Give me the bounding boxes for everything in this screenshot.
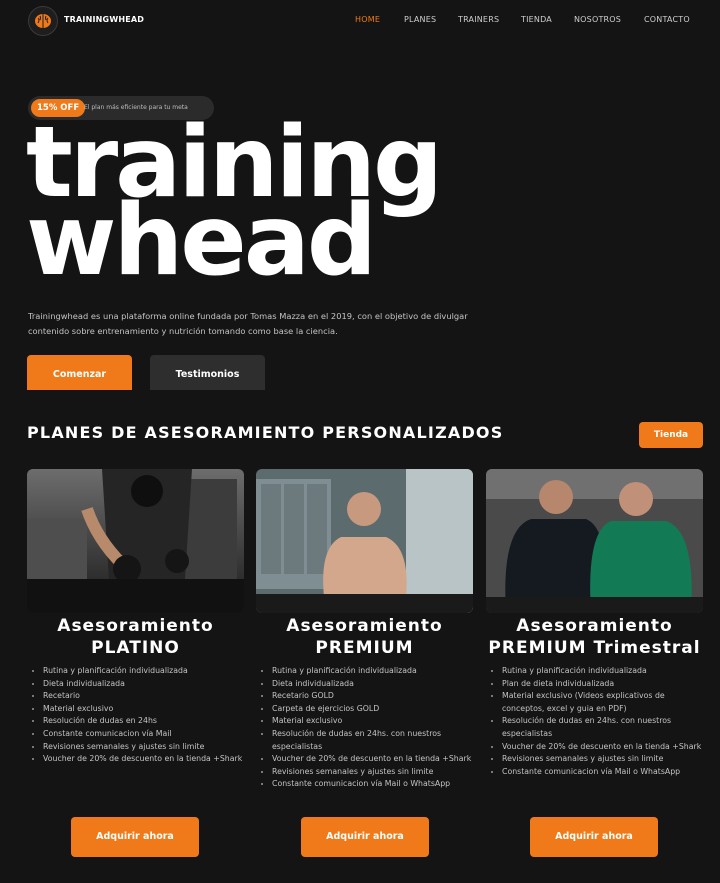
plan-features: Rutina y planificación individualizada P…	[486, 665, 703, 778]
plans-section-title: PLANES DE ASESORAMIENTO PERSONALIZADOS	[27, 423, 504, 442]
feature-item: Carpeta de ejercicios GOLD	[272, 703, 473, 716]
feature-item: Material exclusivo (Videos explicativos …	[502, 690, 703, 715]
nav-trainers[interactable]: TRAINERS	[458, 15, 499, 24]
feature-item: Dieta individualizada	[272, 678, 473, 691]
plan-image	[27, 469, 244, 613]
plan-title-line1: Asesoramiento	[57, 616, 214, 636]
feature-item: Resolución de dudas en 24hs	[43, 715, 244, 728]
feature-item: Revisiones semanales y ajustes sin limit…	[272, 766, 473, 779]
feature-item: Resolución de dudas en 24hs. con nuestro…	[502, 715, 703, 740]
plan-title-line2: PLATINO	[91, 638, 180, 658]
plan-image	[486, 469, 703, 613]
feature-item: Revisiones semanales y ajustes sin limit…	[502, 753, 703, 766]
nav-tienda[interactable]: TIENDA	[521, 15, 552, 24]
plan-features: Rutina y planificación individualizada D…	[256, 665, 473, 791]
start-button[interactable]: Comenzar	[27, 355, 132, 390]
feature-item: Voucher de 20% de descuento en la tienda…	[272, 753, 473, 766]
feature-item: Revisiones semanales y ajustes sin limit…	[43, 741, 244, 754]
testimonials-button[interactable]: Testimonios	[150, 355, 265, 390]
feature-item: Rutina y planificación individualizada	[43, 665, 244, 678]
buy-premium-trimestral-button[interactable]: Adquirir ahora	[530, 817, 658, 857]
feature-item: Constante comunicacion vía Mail o WhatsA…	[502, 766, 703, 779]
plan-title-line2: PREMIUM Trimestral	[488, 638, 701, 658]
buy-premium-button[interactable]: Adquirir ahora	[301, 817, 429, 857]
plan-card-platino: Asesoramiento PLATINO Rutina y planifica…	[27, 469, 244, 766]
plan-image	[256, 469, 473, 613]
plan-title: Asesoramiento PREMIUM Trimestral	[486, 615, 703, 659]
hero-title: training whead	[26, 114, 443, 290]
navbar: TRAININGWHEAD HOME PLANES TRAINERS TIEND…	[0, 0, 720, 42]
nav-planes[interactable]: PLANES	[404, 15, 436, 24]
plan-features: Rutina y planificación individualizada D…	[27, 665, 244, 766]
feature-item: Rutina y planificación individualizada	[502, 665, 703, 678]
feature-item: Material exclusivo	[272, 715, 473, 728]
feature-item: Constante comunicacion vía Mail	[43, 728, 244, 741]
feature-item: Resolución de dudas en 24hs. con nuestro…	[272, 728, 473, 753]
feature-item: Voucher de 20% de descuento en la tienda…	[43, 753, 244, 766]
plan-title-line2: PREMIUM	[315, 638, 414, 658]
plan-card-premium: Asesoramiento PREMIUM Rutina y planifica…	[256, 469, 473, 791]
feature-item: Recetario	[43, 690, 244, 703]
nav-contacto[interactable]: CONTACTO	[644, 15, 690, 24]
plan-title-line1: Asesoramiento	[516, 616, 673, 636]
feature-item: Plan de dieta individualizada	[502, 678, 703, 691]
feature-item: Recetario GOLD	[272, 690, 473, 703]
buy-platino-button[interactable]: Adquirir ahora	[71, 817, 199, 857]
plan-title: Asesoramiento PREMIUM	[256, 615, 473, 659]
nav-nosotros[interactable]: NOSOTROS	[574, 15, 621, 24]
feature-item: Voucher de 20% de descuento en la tienda…	[502, 741, 703, 754]
plan-title-line1: Asesoramiento	[286, 616, 443, 636]
feature-item: Rutina y planificación individualizada	[272, 665, 473, 678]
hero-description: Trainingwhead es una plataforma online f…	[28, 311, 468, 336]
plan-title: Asesoramiento PLATINO	[27, 615, 244, 659]
feature-item: Constante comunicacion vía Mail o WhatsA…	[272, 778, 473, 791]
brain-logo-icon[interactable]	[28, 6, 58, 36]
store-button[interactable]: Tienda	[639, 422, 703, 448]
nav-home[interactable]: HOME	[355, 15, 380, 24]
brand-name[interactable]: TRAININGWHEAD	[64, 15, 144, 24]
feature-item: Dieta individualizada	[43, 678, 244, 691]
plan-card-premium-trimestral: Asesoramiento PREMIUM Trimestral Rutina …	[486, 469, 703, 778]
feature-item: Material exclusivo	[43, 703, 244, 716]
